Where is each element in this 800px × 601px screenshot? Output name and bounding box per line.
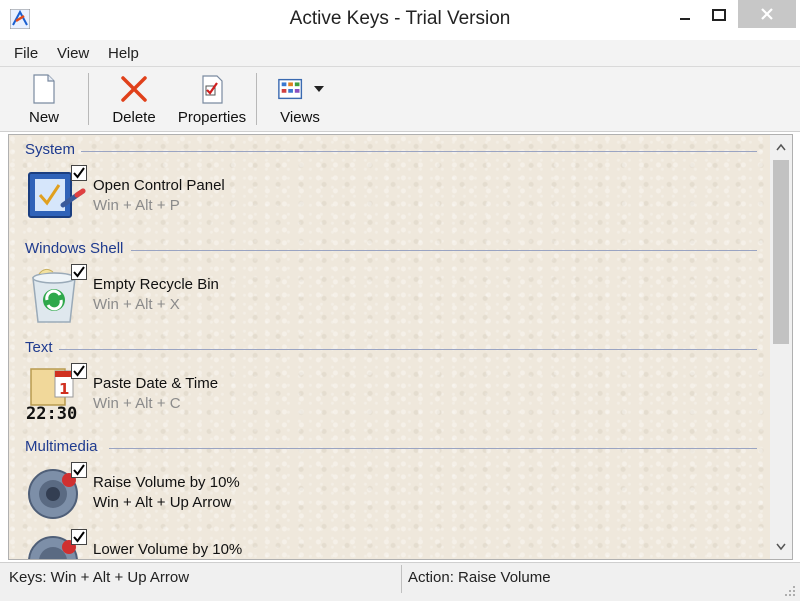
checkmark-icon (73, 266, 85, 278)
item-keys: Win + Alt + X (93, 296, 180, 313)
item-keys: Win + Alt + P (93, 197, 180, 214)
scrollbar-thumb[interactable] (773, 160, 789, 344)
properties-button[interactable]: Properties (174, 71, 250, 127)
maximize-icon (712, 9, 726, 21)
item-name: Empty Recycle Bin (93, 276, 219, 293)
checkmark-icon (73, 167, 85, 179)
close-icon (761, 8, 773, 20)
list-item[interactable]: Empty Recycle Bin Win + Alt + X (25, 264, 325, 326)
status-separator (401, 565, 402, 593)
item-keys: Win + Alt + C (93, 395, 181, 412)
status-bar: Keys: Win + Alt + Up Arrow Action: Raise… (0, 562, 800, 601)
chevron-down-icon (776, 543, 786, 551)
scroll-up-button[interactable] (770, 137, 792, 157)
group-divider (59, 349, 757, 350)
menu-bar: File View Help (0, 40, 800, 67)
group-title: System (25, 141, 76, 158)
checkmark-icon (73, 464, 85, 476)
scroll-down-button[interactable] (770, 537, 792, 557)
group-divider (131, 250, 757, 251)
enabled-checkbox[interactable] (71, 264, 87, 280)
new-label: New (28, 109, 59, 126)
item-name: Lower Volume by 10% (93, 541, 243, 558)
chevron-down-icon[interactable] (314, 85, 324, 93)
vertical-scrollbar[interactable] (770, 134, 793, 560)
svg-text:1: 1 (59, 380, 69, 398)
list-item[interactable]: Raise Volume by 10% Win + Alt + Up Arrow (25, 462, 325, 524)
item-keys: Win + Alt + Up Arrow (93, 494, 232, 511)
resize-grip-icon[interactable] (784, 585, 796, 597)
menu-help[interactable]: Help (108, 45, 139, 62)
delete-button[interactable]: Delete (104, 71, 164, 127)
views-button[interactable]: Views (272, 71, 328, 127)
group-title: Text (25, 339, 53, 356)
group-title: Multimedia (25, 438, 98, 455)
properties-icon (202, 75, 223, 104)
menu-view[interactable]: View (57, 45, 89, 62)
minimize-icon (680, 18, 690, 20)
maximize-button[interactable] (696, 0, 742, 30)
checkmark-icon (73, 531, 85, 543)
delete-label: Delete (112, 109, 156, 126)
status-action: Action: Raise Volume (408, 569, 551, 586)
properties-label: Properties (177, 109, 247, 126)
group-divider (109, 448, 757, 449)
views-label: Views (280, 109, 320, 126)
title-bar: Active Keys - Trial Version (0, 0, 800, 40)
svg-text:22:30: 22:30 (26, 404, 77, 424)
toolbar-separator (256, 73, 257, 125)
checkmark-icon (73, 365, 85, 377)
group-title: Windows Shell (25, 240, 124, 257)
item-name: Raise Volume by 10% (93, 474, 240, 491)
new-button[interactable]: New (20, 71, 68, 127)
list-item[interactable]: Lower Volume by 10% (25, 529, 325, 559)
list-item[interactable]: Open Control Panel Win + Alt + P (25, 165, 325, 227)
chevron-up-icon (776, 143, 786, 151)
new-document-icon (33, 74, 55, 104)
hotkey-list: System Open Control Panel Win + Alt + P … (8, 134, 771, 560)
enabled-checkbox[interactable] (71, 363, 87, 379)
toolbar-separator (88, 73, 89, 125)
list-item[interactable]: 1 22:30 Paste Date & Time Win + Alt + C (25, 363, 325, 425)
views-icon (278, 78, 303, 100)
group-divider (81, 151, 757, 152)
close-button[interactable] (738, 0, 796, 28)
enabled-checkbox[interactable] (71, 462, 87, 478)
menu-file[interactable]: File (14, 45, 38, 62)
status-keys: Keys: Win + Alt + Up Arrow (9, 569, 190, 586)
item-name: Paste Date & Time (93, 375, 219, 392)
enabled-checkbox[interactable] (71, 529, 87, 545)
delete-x-icon (121, 76, 147, 102)
enabled-checkbox[interactable] (71, 165, 87, 181)
toolbar: New Delete Properties Views (0, 67, 800, 132)
item-name: Open Control Panel (93, 177, 225, 194)
